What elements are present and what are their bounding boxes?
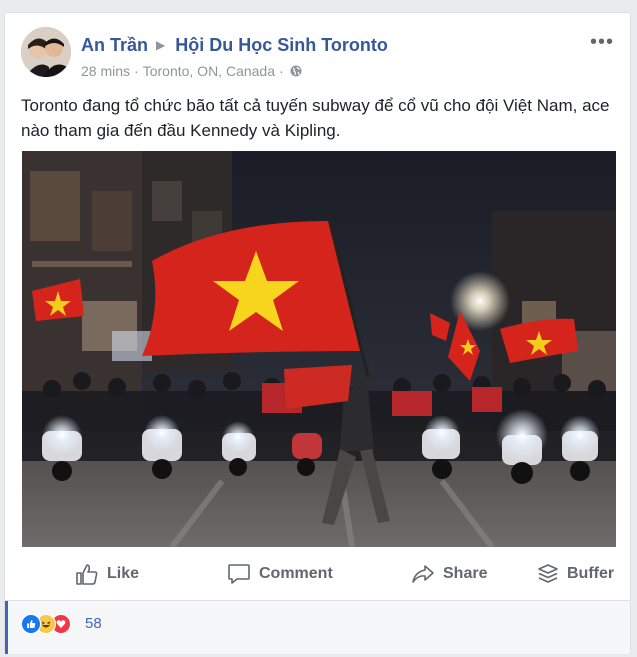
post-header: An Trần ▶ Hội Du Học Sinh Toronto 28 mins ·… xyxy=(21,27,620,83)
globe-icon[interactable] xyxy=(290,64,302,77)
focus-indicator xyxy=(5,601,8,654)
caret-right-icon: ▶ xyxy=(156,38,166,52)
buffer-button[interactable]: Buffer xyxy=(537,556,614,592)
speech-bubble-icon xyxy=(228,564,250,584)
like-reaction-icon xyxy=(21,614,41,634)
share-button[interactable]: Share xyxy=(411,556,487,592)
post-location[interactable]: Toronto, ON, Canada xyxy=(143,63,275,79)
reaction-count[interactable]: 58 xyxy=(85,615,102,632)
share-arrow-icon xyxy=(412,565,434,583)
like-button[interactable]: Like xyxy=(75,556,139,592)
meta-separator: · xyxy=(134,63,139,79)
group-name-link[interactable]: Hội Du Học Sinh Toronto xyxy=(175,35,388,55)
more-options-icon[interactable]: ••• xyxy=(590,32,614,52)
post-actions: Like Comment Share Buffer xyxy=(5,556,630,592)
post-card: An Trần ▶ Hội Du Học Sinh Toronto 28 mins ·… xyxy=(4,12,631,654)
like-label: Like xyxy=(107,565,140,582)
author-line: An Trần ▶ Hội Du Học Sinh Toronto xyxy=(81,35,388,56)
comment-button[interactable]: Comment xyxy=(227,556,333,592)
thumbs-up-icon xyxy=(76,564,98,585)
buffer-label: Buffer xyxy=(567,565,615,582)
comment-label: Comment xyxy=(259,565,333,582)
avatar[interactable] xyxy=(21,27,71,77)
post-text: Toronto đang tổ chức bão tất cả tuyến su… xyxy=(21,96,610,140)
post-photo[interactable] xyxy=(22,151,616,547)
post-meta: 28 mins · Toronto, ON, Canada · xyxy=(81,63,302,79)
share-label: Share xyxy=(443,565,488,582)
author-name-link[interactable]: An Trần xyxy=(81,35,148,55)
meta-separator: · xyxy=(279,63,284,79)
reactions-bar: 58 xyxy=(5,600,630,654)
post-timestamp[interactable]: 28 mins xyxy=(81,63,130,79)
stack-layers-icon xyxy=(538,564,558,583)
